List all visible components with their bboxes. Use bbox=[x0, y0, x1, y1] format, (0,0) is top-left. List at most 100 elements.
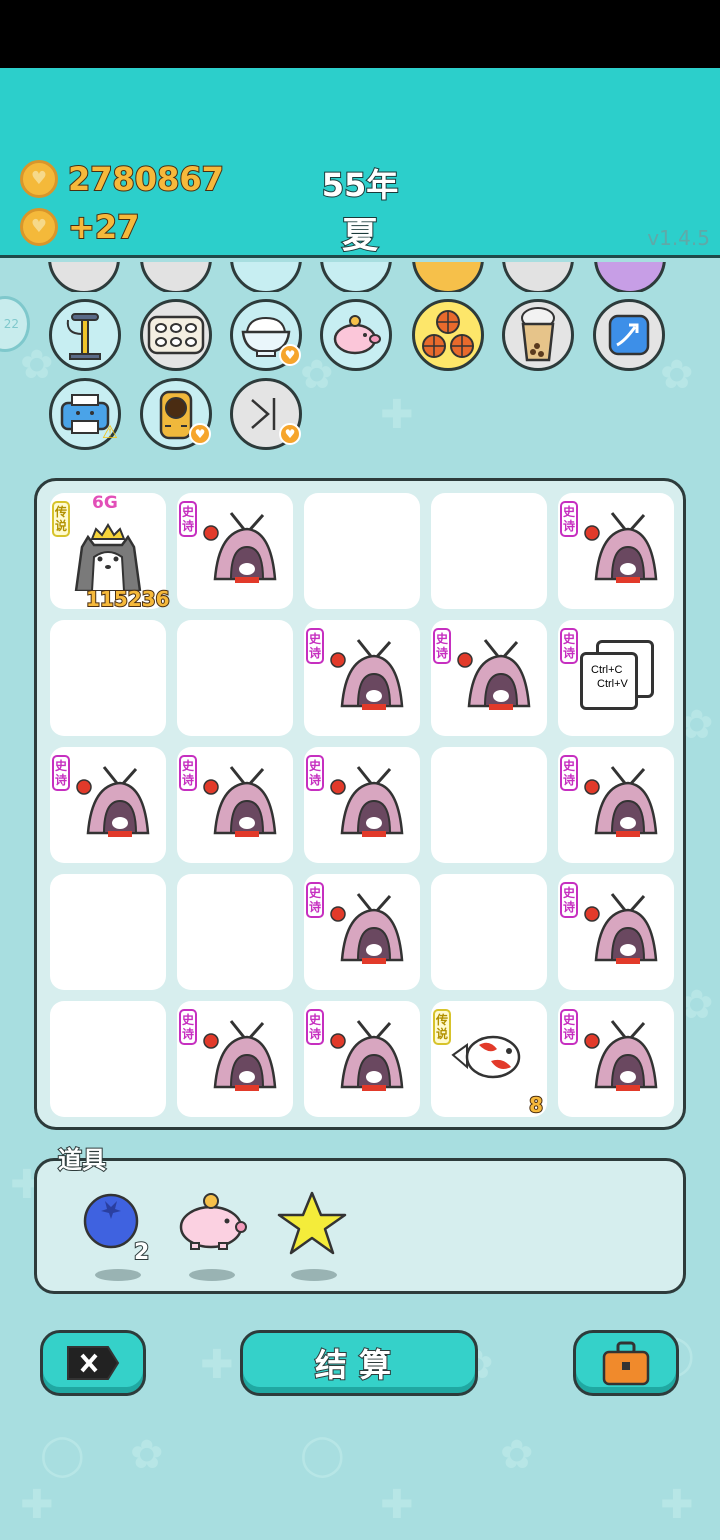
board-cell-epic-tent[interactable]: 史诗 bbox=[304, 620, 420, 736]
side-tab-label: 22 bbox=[3, 317, 19, 331]
basketballs-icon bbox=[422, 310, 474, 358]
copy-card-line2: Ctrl+V bbox=[597, 678, 628, 690]
rabbit-tent-icon bbox=[330, 766, 404, 837]
board-cell-epic-tent[interactable]: 史诗 bbox=[304, 874, 420, 990]
board-cell-epic-tent[interactable]: 史诗 bbox=[558, 1001, 674, 1117]
item-shadow bbox=[291, 1269, 337, 1281]
rabbit-tent-icon bbox=[584, 1020, 658, 1091]
game-year: 55年 bbox=[321, 165, 400, 205]
husky-crown-icon bbox=[74, 523, 142, 591]
blueberry-count: 2 bbox=[133, 1239, 150, 1266]
blueberry-icon bbox=[83, 1193, 139, 1249]
board-cell-epic-tent[interactable]: 史诗 bbox=[177, 493, 293, 609]
scrolled-tool-icon[interactable] bbox=[412, 262, 484, 292]
star-icon bbox=[277, 1191, 347, 1255]
tool-egg-tray[interactable] bbox=[140, 299, 212, 371]
rabbit-tent-icon bbox=[203, 1020, 277, 1091]
item-blueberry[interactable] bbox=[81, 1191, 151, 1281]
board-cell-empty[interactable] bbox=[431, 747, 547, 863]
board-cell-empty[interactable] bbox=[177, 874, 293, 990]
air-pump-icon bbox=[66, 313, 101, 360]
board-cell-epic-tent[interactable]: 史诗 bbox=[558, 874, 674, 990]
tools-row-scrolled[interactable] bbox=[0, 262, 720, 292]
briefcase-button[interactable] bbox=[573, 1330, 679, 1396]
item-shadow bbox=[189, 1269, 235, 1281]
heart-coin-badge-icon: ♥ bbox=[279, 423, 301, 445]
settle-button[interactable]: 结算 bbox=[240, 1330, 478, 1396]
rabbit-tent-icon bbox=[330, 893, 404, 964]
koi-count: 8 bbox=[528, 1092, 544, 1118]
close-icon bbox=[67, 1346, 120, 1380]
coin-total: 2780867 bbox=[67, 159, 225, 199]
rabbit-tent-icon bbox=[584, 766, 658, 837]
board-cell-husky[interactable]: 传说 6G 115236 bbox=[50, 493, 170, 612]
coin-rate-icon bbox=[20, 208, 58, 246]
tool-growth-arrow[interactable] bbox=[593, 299, 665, 371]
board-cell-empty[interactable] bbox=[50, 1001, 166, 1117]
tool-bubble-tea[interactable] bbox=[502, 299, 574, 371]
rabbit-tent-icon bbox=[584, 512, 658, 583]
heart-coin-badge-icon: ♥ bbox=[279, 344, 301, 366]
board-cell-copy-card[interactable]: 史诗 Ctrl+C Ctrl+V bbox=[558, 620, 674, 736]
rabbit-tent-icon bbox=[330, 639, 404, 710]
tool-piggy-bank[interactable] bbox=[320, 299, 392, 371]
growth-arrow-icon bbox=[608, 314, 650, 356]
scrolled-tool-icon[interactable] bbox=[320, 262, 392, 292]
warning-icon: ⚠ bbox=[101, 422, 118, 443]
board-cell-empty[interactable] bbox=[431, 874, 547, 990]
status-bar bbox=[0, 0, 720, 68]
close-button[interactable] bbox=[40, 1330, 146, 1396]
board-cell-koi[interactable]: 传说 8 bbox=[431, 1001, 547, 1118]
epic-tag: 史诗 bbox=[560, 628, 578, 664]
board-cell-epic-tent[interactable]: 史诗 bbox=[558, 747, 674, 863]
tool-air-pump[interactable] bbox=[49, 299, 121, 371]
tool-rice-bowl[interactable]: ♥ bbox=[230, 299, 302, 371]
briefcase-icon bbox=[602, 1341, 650, 1386]
tool-skip[interactable]: ♥ bbox=[230, 378, 302, 450]
coin-icon bbox=[20, 160, 58, 198]
rabbit-tent-icon bbox=[76, 766, 150, 837]
copy-card-line1: Ctrl+C bbox=[591, 664, 623, 676]
items-panel bbox=[34, 1158, 686, 1294]
bubble-tea-icon bbox=[521, 307, 555, 362]
board-cell-empty[interactable] bbox=[50, 620, 166, 736]
item-star[interactable] bbox=[277, 1191, 347, 1281]
settle-button-label: 结算 bbox=[314, 1345, 403, 1385]
koi-fish-icon bbox=[451, 1035, 521, 1079]
board-cell-empty[interactable] bbox=[50, 874, 166, 990]
heart-coin-badge-icon: ♥ bbox=[189, 423, 211, 445]
husky-level: 6G bbox=[92, 493, 119, 514]
egg-tray-icon bbox=[147, 315, 205, 355]
card-front: Ctrl+C Ctrl+V bbox=[580, 652, 638, 710]
rabbit-tent-icon bbox=[203, 512, 277, 583]
board-cell-epic-tent[interactable]: 史诗 bbox=[50, 747, 166, 863]
scrolled-tool-icon[interactable] bbox=[594, 262, 666, 292]
board-cell-epic-tent[interactable]: 史诗 bbox=[177, 747, 293, 863]
scrolled-tool-icon[interactable] bbox=[48, 262, 120, 292]
board-cell-empty[interactable] bbox=[304, 493, 420, 609]
rabbit-tent-icon bbox=[330, 1020, 404, 1091]
item-shadow bbox=[95, 1269, 141, 1281]
board-cell-empty[interactable] bbox=[431, 493, 547, 609]
item-piggy-bank[interactable] bbox=[175, 1191, 247, 1281]
board-cell-epic-tent[interactable]: 史诗 bbox=[558, 493, 674, 609]
scrolled-tool-icon[interactable] bbox=[502, 262, 574, 292]
scrolled-tool-icon[interactable] bbox=[140, 262, 212, 292]
legend-tag: 传说 bbox=[52, 501, 70, 537]
rabbit-tent-icon bbox=[203, 766, 277, 837]
rabbit-tent-icon bbox=[584, 893, 658, 964]
board-cell-epic-tent[interactable]: 史诗 bbox=[177, 1001, 293, 1117]
piggy-bank-icon bbox=[179, 1193, 247, 1250]
game-season: 夏 bbox=[341, 214, 379, 257]
board-cell-epic-tent[interactable]: 史诗 bbox=[304, 1001, 420, 1117]
tool-tiger[interactable]: ♥ bbox=[140, 378, 212, 450]
tool-basketballs[interactable] bbox=[412, 299, 484, 371]
board-cell-epic-tent[interactable]: 史诗 bbox=[431, 620, 547, 736]
piggy-bank-icon bbox=[333, 315, 381, 355]
version-label: v1.4.5 bbox=[647, 226, 710, 250]
scrolled-tool-icon[interactable] bbox=[230, 262, 302, 292]
items-label: 道具 bbox=[57, 1145, 107, 1175]
tool-printer[interactable]: ⚠ bbox=[49, 378, 121, 450]
board-cell-empty[interactable] bbox=[177, 620, 293, 736]
board-cell-epic-tent[interactable]: 史诗 bbox=[304, 747, 420, 863]
